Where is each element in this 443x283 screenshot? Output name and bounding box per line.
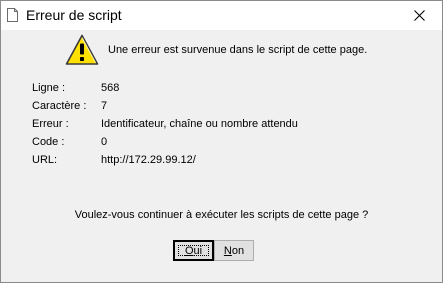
detail-row-character: Caractère : 7	[32, 100, 432, 114]
detail-value: 568	[101, 82, 120, 94]
continue-question: Voulez-vous continuer à exécuter les scr…	[74, 209, 369, 221]
detail-label: Caractère :	[32, 100, 87, 112]
warning-icon	[65, 34, 99, 65]
detail-label: Ligne :	[32, 82, 66, 94]
detail-row-line: Ligne : 568	[32, 82, 432, 96]
detail-value: 0	[101, 136, 108, 148]
detail-label: Erreur :	[32, 118, 69, 130]
detail-label: URL:	[32, 154, 58, 166]
detail-row-error: Erreur : Identificateur, chaîne ou nombr…	[32, 118, 432, 132]
window-title: Erreur de script	[26, 7, 122, 23]
close-icon	[414, 10, 425, 21]
no-button[interactable]: Non	[214, 240, 254, 261]
yes-button-label: Oui	[184, 244, 203, 257]
document-icon	[7, 8, 18, 22]
detail-row-url: URL: http://172.29.99.12/	[32, 154, 432, 168]
detail-value: Identificateur, chaîne ou nombre attendu	[101, 118, 298, 130]
no-button-label: Non	[223, 244, 245, 257]
detail-value: 7	[101, 100, 108, 112]
error-headline: Une erreur est survenue dans le script d…	[108, 44, 368, 56]
title-bar[interactable]: Erreur de script	[1, 1, 442, 30]
dialog-body: Une erreur est survenue dans le script d…	[1, 30, 442, 282]
detail-value: http://172.29.99.12/	[101, 154, 196, 166]
detail-row-code: Code : 0	[32, 136, 432, 150]
yes-button[interactable]: Oui	[173, 240, 214, 261]
detail-label: Code :	[32, 136, 65, 148]
close-button[interactable]	[397, 1, 442, 30]
script-error-dialog: Erreur de script Une erreur est survenue…	[0, 0, 443, 283]
